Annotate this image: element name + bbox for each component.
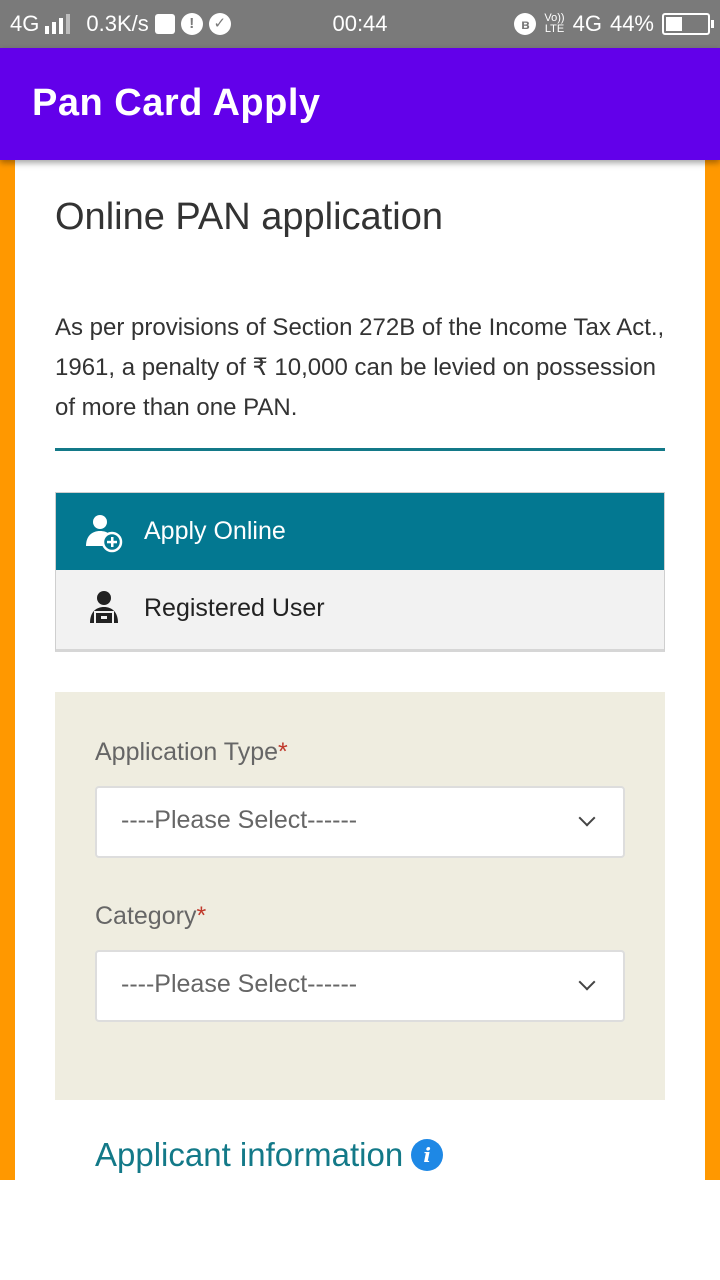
applicant-information-heading: Applicant information i <box>95 1136 444 1174</box>
category-label: Category* <box>95 902 207 930</box>
user-type-tabs: Apply Online Registered User <box>55 492 665 652</box>
volte-icon: Vo)) LTE <box>544 12 565 35</box>
page-heading: Online PAN application <box>55 196 443 238</box>
network-type-right: 4G <box>572 11 602 36</box>
tab-registered-user[interactable]: Registered User <box>56 570 664 647</box>
tab-registered-user-label: Registered User <box>144 594 325 622</box>
user-add-icon <box>82 510 126 554</box>
battery-percent: 44% <box>609 11 654 36</box>
tab-apply-online-label: Apply Online <box>144 517 286 545</box>
info-icon[interactable]: i <box>411 1139 444 1171</box>
bluetooth-icon: ʙ <box>514 13 537 35</box>
category-value: ----Please Select------ <box>121 970 358 998</box>
application-form: Application Type* ----Please Select-----… <box>55 692 665 1100</box>
tab-apply-online[interactable]: Apply Online <box>56 493 664 570</box>
content-frame: Online PAN application As per provisions… <box>0 160 720 1180</box>
content-area[interactable]: Online PAN application As per provisions… <box>15 160 705 1180</box>
required-mark: * <box>196 902 207 930</box>
chevron-down-icon <box>578 809 596 827</box>
penalty-notice: As per provisions of Section 272B of the… <box>55 314 665 421</box>
battery-icon <box>662 13 714 35</box>
chevron-down-icon <box>578 973 596 991</box>
app-bar: Pan Card Apply <box>0 48 720 160</box>
registered-user-icon <box>82 587 126 631</box>
category-select[interactable]: ----Please Select------ <box>95 950 625 1022</box>
application-type-select[interactable]: ----Please Select------ <box>95 786 625 858</box>
required-mark: * <box>278 738 288 766</box>
application-type-label: Application Type* <box>95 738 288 766</box>
status-bar-right: ʙ Vo)) LTE 4G 44% <box>514 0 714 48</box>
application-type-value: ----Please Select------ <box>121 806 358 834</box>
status-bar: 4G 0.3K/s ! ✓ 00:44 ʙ Vo)) LTE 4G 44% <box>0 0 720 48</box>
divider <box>55 448 665 451</box>
app-title: Pan Card Apply <box>32 82 321 124</box>
